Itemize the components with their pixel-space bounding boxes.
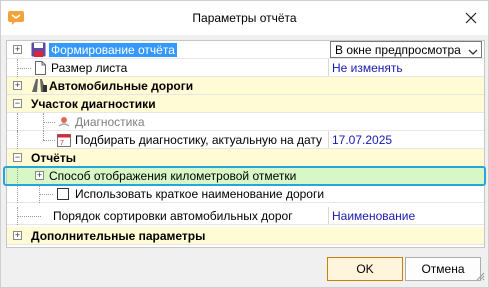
road-icon: [31, 78, 47, 96]
expand-icon[interactable]: +: [13, 231, 22, 240]
row-report-formation[interactable]: + Формирование отчёта В окне предпросмот…: [7, 41, 484, 59]
collapse-icon[interactable]: −: [13, 99, 22, 108]
row-page-size[interactable]: Размер листа Не изменять: [7, 59, 484, 77]
row-label: Подбирать диагностику, актуальную на дат…: [75, 133, 323, 147]
collapse-icon[interactable]: −: [13, 153, 22, 162]
row-label: Порядок сортировки автомобильных дорог: [53, 209, 293, 223]
section-diagnostics-area[interactable]: − Участок диагностики: [7, 95, 484, 113]
chevron-down-icon: [468, 45, 478, 59]
row-sort-order[interactable]: Порядок сортировки автомобильных дорог Н…: [7, 207, 484, 225]
row-label: Диагностика: [75, 115, 145, 129]
title-bar: Параметры отчёта: [1, 1, 488, 35]
svg-text:7: 7: [60, 140, 64, 147]
calendar-icon: 7: [57, 133, 71, 150]
section-extra-params[interactable]: + Дополнительные параметры: [7, 227, 484, 245]
window-title: Параметры отчёта: [192, 11, 297, 25]
ok-button[interactable]: OK: [327, 257, 403, 281]
diagnostics-icon: [57, 115, 71, 132]
page-icon: [35, 61, 46, 78]
section-roads[interactable]: + Автомобильные дороги: [7, 77, 484, 95]
preview-mode-select[interactable]: В окне предпросмотра: [330, 41, 482, 58]
section-reports[interactable]: − Отчёты: [7, 149, 484, 167]
section-label: Автомобильные дороги: [49, 79, 194, 93]
cancel-button[interactable]: Отмена: [405, 257, 481, 281]
row-value[interactable]: Наименование: [332, 209, 415, 223]
select-value: В окне предпросмотра: [335, 43, 461, 57]
dialog-window: Параметры отчёта + Формирование отчёта В…: [0, 0, 489, 288]
properties-grid: + Формирование отчёта В окне предпросмот…: [6, 40, 485, 248]
row-label: Использовать краткое наименование дороги: [75, 187, 325, 201]
row-label: Формирование отчёта: [49, 43, 177, 57]
close-icon: [465, 12, 477, 24]
section-label: Отчёты: [31, 151, 76, 165]
focus-highlight: [3, 166, 486, 186]
short-name-checkbox[interactable]: [57, 188, 69, 200]
floppy-icon: [31, 42, 46, 60]
row-value: Не изменять: [332, 61, 403, 75]
resize-grip-icon[interactable]: [475, 270, 485, 284]
close-button[interactable]: [454, 1, 488, 35]
row-diagnostics[interactable]: Диагностика: [7, 113, 484, 131]
row-short-name[interactable]: Использовать краткое наименование дороги: [7, 185, 484, 203]
section-label: Дополнительные параметры: [31, 229, 206, 243]
expand-icon[interactable]: +: [13, 81, 22, 90]
section-label: Участок диагностики: [31, 97, 156, 111]
expand-icon[interactable]: +: [13, 45, 22, 54]
row-pick-diagnostics[interactable]: 7 Подбирать диагностику, актуальную на д…: [7, 131, 484, 149]
row-label: Размер листа: [51, 61, 128, 75]
date-value[interactable]: 17.07.2025: [332, 133, 392, 147]
